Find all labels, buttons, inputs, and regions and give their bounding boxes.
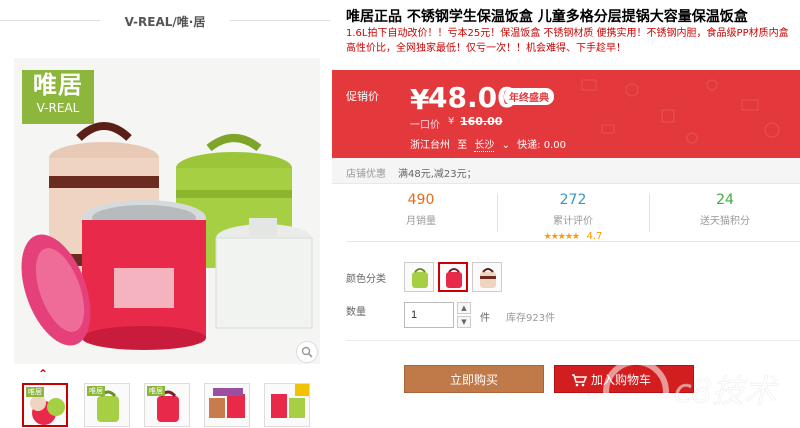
chevron-down-icon[interactable]: ⌄ [502,140,510,151]
shipping-info: 浙江台州 至 长沙 ⌄ 快递: 0.00 [410,136,570,152]
quantity-label: 数量 [346,307,366,318]
thumbnail-tag: 唯居 [87,386,105,396]
chevron-up-icon[interactable]: ⌃ [38,367,48,381]
thumbnail[interactable]: 唯居 [144,383,190,427]
cart-icon [572,374,587,387]
brand-name[interactable]: V-REAL/唯·居 [0,13,330,30]
reviews-count: 272 [559,192,587,208]
stock-count: 库存923件 [506,313,556,324]
thumbnail-tag: 唯居 [26,387,44,397]
store-promo-label: 店铺优惠 [346,169,386,180]
original-price: 160.00 [460,115,503,128]
thumbnail[interactable] [264,383,310,427]
thumbnail-tag: 唯居 [147,386,165,396]
star-rating-icon: ★★★★★ [543,232,580,242]
color-option-label: 颜色分类 [346,274,386,285]
points-count: 24 [716,192,734,208]
original-price-label: 一口价 [410,120,440,131]
product-subtitle: 1.6L拍下自动改价！！亏本25元！保温饭盒 不锈钢材质 便携实用！不锈钢内胆，… [346,28,789,54]
logo-text-cn: 唯居 [33,71,83,99]
color-swatch-green[interactable] [404,262,434,292]
thumbnail[interactable] [204,383,250,427]
rating-value: 4.7 [586,231,603,242]
points-stat: 24 送天猫积分 [650,192,800,227]
brand-logo: 唯居 V-REAL [22,70,94,124]
color-swatch-red[interactable] [438,262,468,292]
reviews-label: 累计评价 [553,216,593,227]
reviews-stat[interactable]: 272 累计评价 ★★★★★ 4.7 [498,192,648,242]
thumbnail[interactable]: 唯居 [84,383,130,427]
color-swatch-brown[interactable] [472,262,502,292]
ship-from: 浙江台州 [410,140,450,151]
divider [346,340,800,341]
sales-stats: 490 月销量 272 累计评价 ★★★★★ 4.7 24 送天猫积分 [346,186,800,242]
original-currency: ¥ [448,116,455,127]
buy-now-button[interactable]: 立即购买 [404,365,544,393]
watermark-logo: c8技术 [596,348,796,428]
svg-text:c8技术: c8技术 [674,372,779,410]
thumbnail-strip: 唯居 唯居 唯居 [22,383,322,428]
zoom-icon[interactable] [296,341,318,363]
thumbnail[interactable]: 唯居 [22,383,68,427]
quantity-decrease-icon[interactable]: ▼ [457,316,471,328]
quantity-input[interactable] [404,302,454,328]
product-title: 唯居正品 不锈钢学生保温饭盒 儿童多格分层提锅大容量保温饭盒 [346,9,748,25]
brand-header: V-REAL/唯·居 [0,0,330,42]
monthly-sales-stat: 490 月销量 [346,192,496,227]
promo-badge: 年终盛典 [504,88,554,105]
promo-price-label: 促销价 [346,90,379,103]
store-promo-row: 店铺优惠 满48元,减23元； [332,158,800,184]
points-label: 送天猫积分 [700,216,750,227]
monthly-sales-label: 月销量 [406,216,436,227]
shipping-fee: 快递: 0.00 [517,140,566,151]
quantity-unit: 件 [480,313,490,324]
product-gallery: V-REAL/唯·居 唯居 V-REAL ⌃ 唯居 唯居 唯居 [0,0,330,428]
quantity-increase-icon[interactable]: ▲ [457,302,471,314]
ship-to-word: 至 [457,140,468,151]
store-promo-value: 满48元,减23元； [398,169,477,180]
logo-text-en: V-REAL [36,101,80,115]
ship-to-select[interactable]: 长沙 [474,140,495,152]
rating-row: ★★★★★ 4.7 [498,229,648,242]
price-panel: 促销价 ¥ 48.00 年终盛典 一口价 ¥ 160.00 浙江台州 至 长沙 … [332,70,800,158]
currency-symbol: ¥ [410,83,430,116]
divider [230,20,330,21]
monthly-sales-count: 490 [407,192,435,208]
